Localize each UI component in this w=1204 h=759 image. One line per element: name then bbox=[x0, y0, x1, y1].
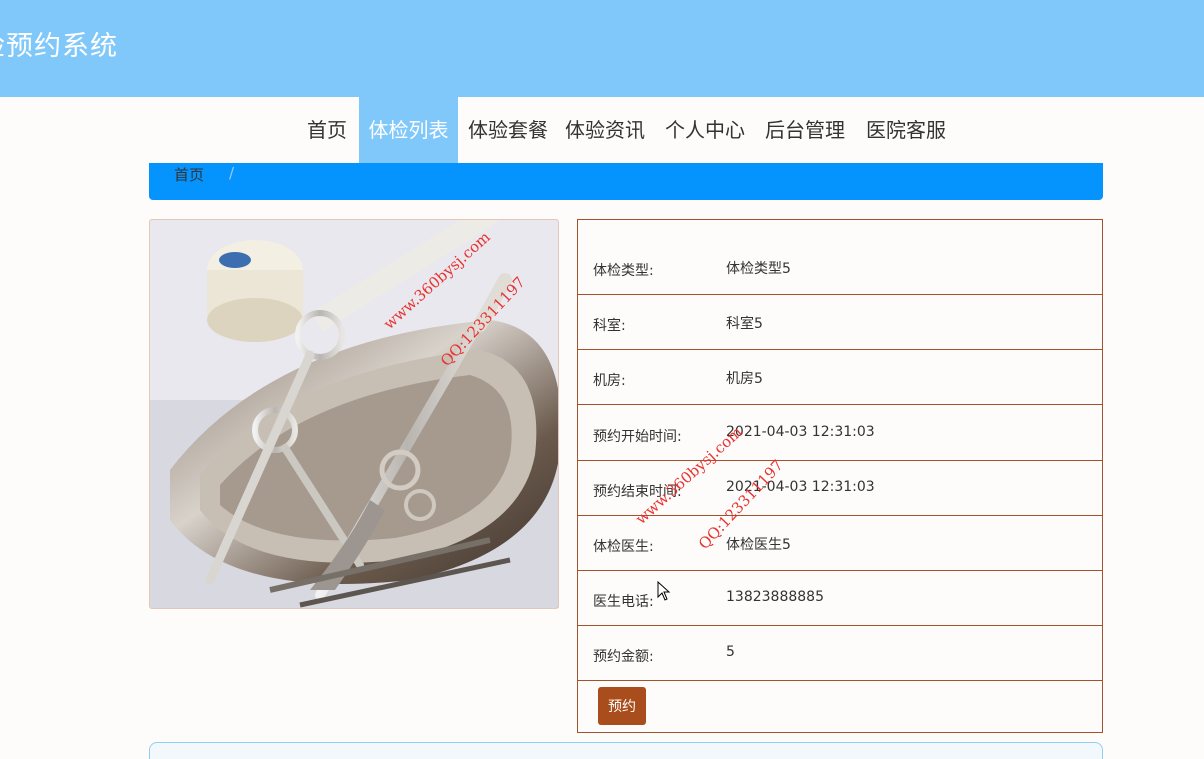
detail-label: 医生电话: bbox=[593, 594, 654, 610]
detail-label: 预约金额: bbox=[593, 649, 654, 665]
nav-item-profile[interactable]: 个人中心 bbox=[660, 97, 750, 165]
detail-row-exam-type: 体检类型: 体检类型5 bbox=[578, 240, 1102, 295]
nav-item-packages[interactable]: 体验套餐 bbox=[463, 97, 553, 165]
mouse-cursor-icon bbox=[657, 581, 671, 601]
detail-label: 机房: bbox=[593, 373, 626, 389]
bottom-panel bbox=[149, 742, 1103, 759]
main-nav: 首页 体检列表 体验套餐 体验资讯 个人中心 后台管理 医院客服 bbox=[0, 97, 1204, 165]
breadcrumb-separator: / bbox=[229, 164, 235, 182]
nav-item-home[interactable]: 首页 bbox=[300, 97, 354, 165]
detail-label: 体检类型: bbox=[593, 263, 654, 279]
detail-label: 预约开始时间: bbox=[593, 429, 682, 445]
nav-item-support[interactable]: 医院客服 bbox=[861, 97, 951, 165]
detail-label: 预约结束时间: bbox=[593, 484, 682, 500]
detail-value: 13823888885 bbox=[726, 589, 824, 605]
nav-item-exam-list[interactable]: 体检列表 bbox=[359, 97, 458, 165]
detail-row-start-time: 预约开始时间: 2021-04-03 12:31:03 bbox=[578, 406, 1102, 461]
detail-label: 科室: bbox=[593, 318, 626, 334]
detail-row-end-time: 预约结束时间: 2021-04-03 12:31:03 bbox=[578, 461, 1102, 516]
detail-row-doctor: 体检医生: 体检医生5 bbox=[578, 516, 1102, 571]
detail-value: 2021-04-03 12:31:03 bbox=[726, 479, 875, 495]
site-title: 检预约系统 bbox=[0, 31, 118, 62]
detail-row-department: 科室: 科室5 bbox=[578, 295, 1102, 350]
detail-row-room: 机房: 机房5 bbox=[578, 350, 1102, 405]
surgical-instruments-illustration bbox=[150, 220, 558, 608]
detail-row-amount: 预约金额: 5 bbox=[578, 626, 1102, 681]
header-bar: 检预约系统 bbox=[0, 0, 1204, 97]
exam-image bbox=[149, 219, 559, 609]
nav-item-news[interactable]: 体验资讯 bbox=[560, 97, 650, 165]
breadcrumb-home-link[interactable]: 首页 bbox=[174, 164, 204, 185]
detail-label: 体检医生: bbox=[593, 539, 654, 555]
book-appointment-button[interactable]: 预约 bbox=[598, 687, 646, 725]
nav-item-admin[interactable]: 后台管理 bbox=[760, 97, 850, 165]
detail-value: 体检医生5 bbox=[726, 537, 791, 553]
detail-value: 机房5 bbox=[726, 371, 763, 387]
detail-value: 2021-04-03 12:31:03 bbox=[726, 424, 875, 440]
detail-value: 科室5 bbox=[726, 316, 763, 332]
detail-value: 体检类型5 bbox=[726, 261, 791, 277]
breadcrumb: 首页 / bbox=[149, 163, 1103, 200]
exam-details-table: 体检类型: 体检类型5 科室: 科室5 机房: 机房5 预约开始时间: 2021… bbox=[577, 219, 1103, 733]
detail-value: 5 bbox=[726, 644, 735, 660]
